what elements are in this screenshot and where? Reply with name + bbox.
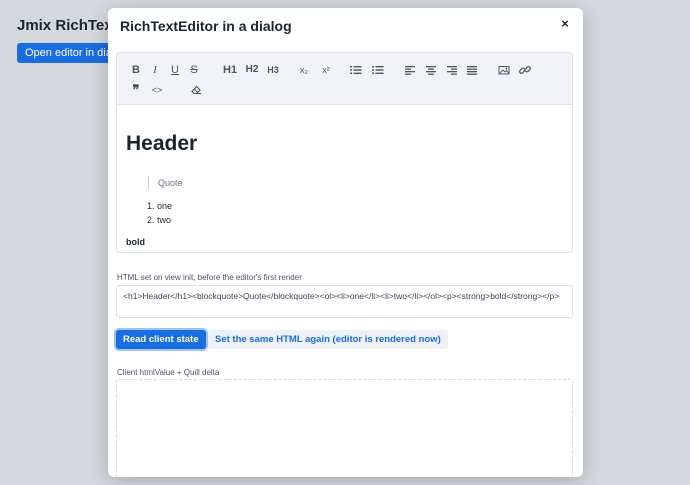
content-header: Header (126, 132, 198, 155)
set-same-html-button[interactable]: Set the same HTML again (editor is rende… (208, 330, 448, 349)
code-block-icon[interactable]: <> (150, 83, 164, 97)
align-right-icon[interactable] (446, 63, 458, 77)
list-item: 1. one (147, 201, 173, 211)
h1-button[interactable]: H1 (222, 63, 238, 77)
dialog-title: RichTextEditor in a dialog (120, 18, 292, 34)
html-field-label: HTML set on view init, before the editor… (117, 273, 302, 282)
align-justify-icon[interactable] (466, 63, 478, 77)
html-field[interactable]: <h1>Header</h1><blockquote>Quote</blockq… (116, 285, 573, 318)
dialog: RichTextEditor in a dialog × B I U S H1 … (108, 8, 583, 477)
italic-icon[interactable]: I (149, 63, 161, 77)
blockquote-icon[interactable]: ❞ (130, 83, 142, 97)
bullet-list-icon[interactable] (372, 63, 384, 77)
align-left-icon[interactable] (404, 63, 416, 77)
close-icon[interactable]: × (557, 16, 573, 32)
result-field-label: Client htmlValue + Quill delta (117, 368, 220, 377)
read-client-state-button[interactable]: Read client state (116, 330, 206, 349)
h2-button[interactable]: H2 (244, 63, 260, 77)
content-ordered-list: 1. one 2. two (147, 199, 172, 227)
image-icon[interactable] (498, 63, 510, 77)
clear-format-icon[interactable] (190, 83, 202, 97)
content-blockquote: Quote (148, 176, 183, 190)
bold-icon[interactable]: B (130, 63, 142, 77)
superscript-icon[interactable]: x² (319, 63, 333, 77)
rich-text-editor[interactable]: B I U S H1 H2 H3 x₂ x² ❞ <> Header Quote… (116, 52, 573, 253)
ordered-list-icon[interactable] (350, 63, 362, 77)
content-bold-text: bold (126, 237, 145, 247)
result-field[interactable] (116, 379, 573, 477)
subscript-icon[interactable]: x₂ (297, 63, 311, 77)
list-item: 2. two (147, 215, 172, 225)
align-center-icon[interactable] (425, 63, 437, 77)
underline-icon[interactable]: U (169, 63, 181, 77)
link-icon[interactable] (519, 63, 531, 77)
strikethrough-icon[interactable]: S (188, 63, 200, 77)
h3-button[interactable]: H3 (265, 63, 281, 77)
editor-toolbar: B I U S H1 H2 H3 x₂ x² ❞ <> (117, 53, 572, 105)
